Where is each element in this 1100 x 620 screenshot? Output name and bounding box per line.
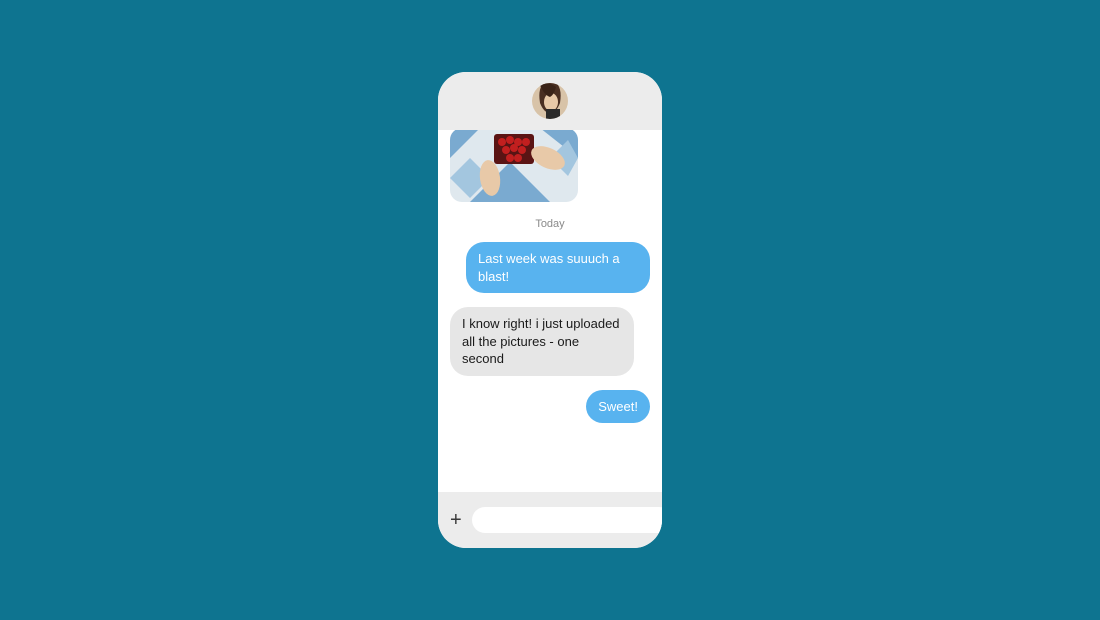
outgoing-message[interactable]: Sweet! <box>586 390 650 424</box>
message-row: I know right! i just uploaded all the pi… <box>450 307 650 376</box>
composer-bar: + <box>438 492 662 548</box>
incoming-message[interactable]: I know right! i just uploaded all the pi… <box>450 307 634 376</box>
message-row: Sweet! <box>450 390 650 424</box>
image-attachment[interactable] <box>450 130 578 202</box>
day-separator: Today <box>450 218 650 230</box>
outgoing-message[interactable]: Last week was suuuch a blast! <box>466 242 650 293</box>
message-thread[interactable]: Today Last week was suuuch a blast! I kn… <box>438 130 662 492</box>
message-row: Last week was suuuch a blast! <box>450 242 650 293</box>
chat-top-bar <box>438 72 662 130</box>
message-input[interactable] <box>472 507 662 533</box>
contact-avatar[interactable] <box>532 83 568 119</box>
add-attachment-button[interactable]: + <box>450 510 462 530</box>
chat-phone-frame: Today Last week was suuuch a blast! I kn… <box>438 72 662 548</box>
